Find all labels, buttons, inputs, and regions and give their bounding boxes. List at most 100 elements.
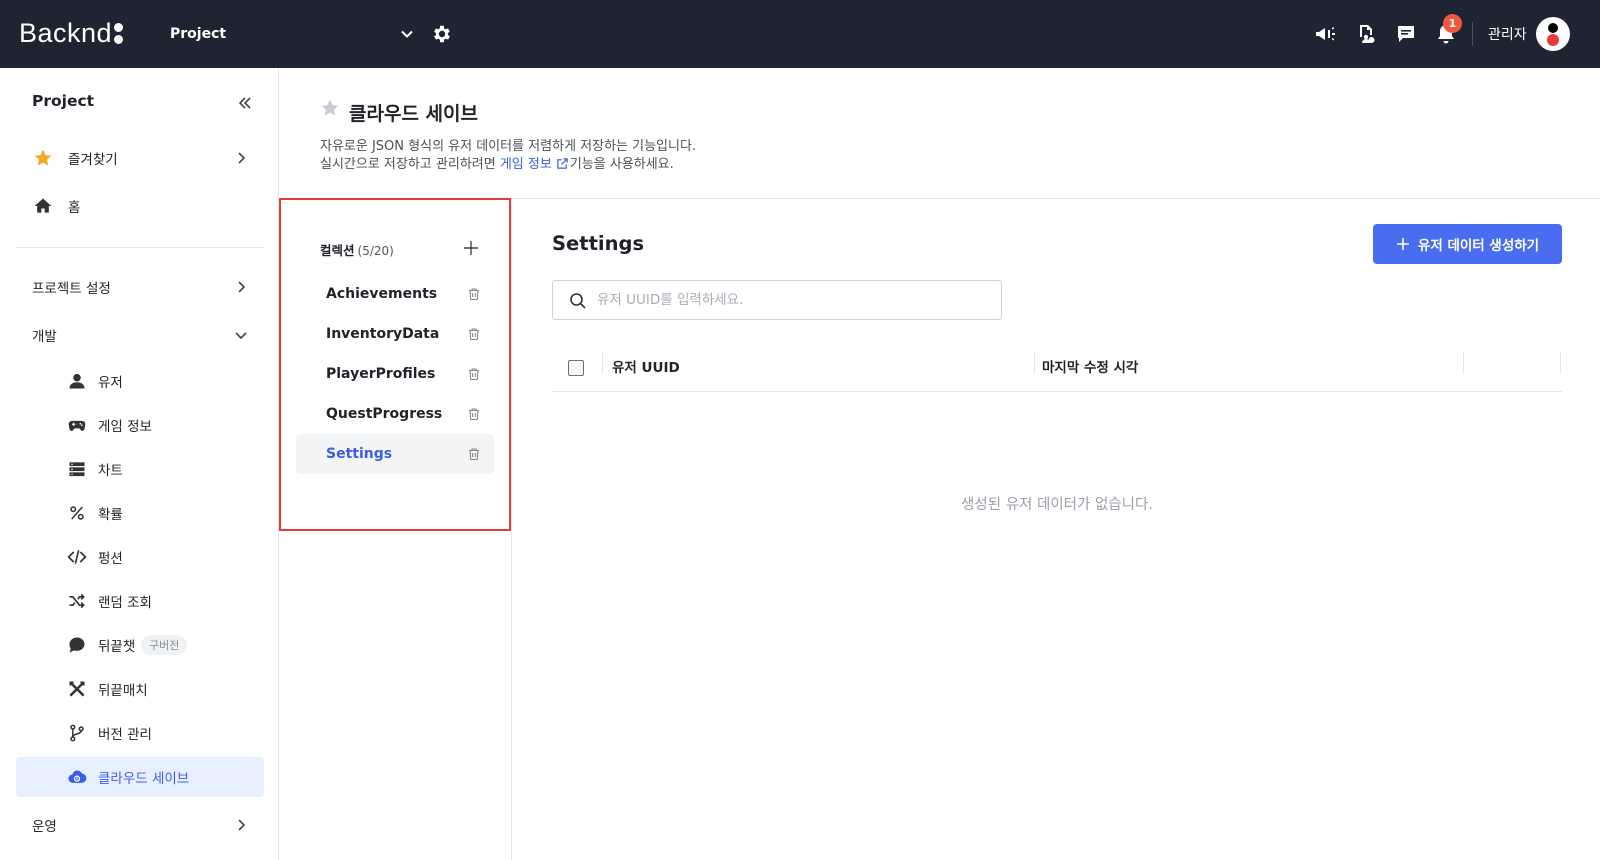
- document-user-icon[interactable]: [1354, 22, 1378, 46]
- trash-icon[interactable]: [467, 287, 481, 301]
- sidebar-item-label: 버전 관리: [98, 727, 152, 743]
- sidebar-item-label: 유저: [98, 375, 123, 391]
- chat-icon[interactable]: [1394, 22, 1418, 46]
- sidebar-item-operation[interactable]: 운영: [16, 805, 264, 845]
- page-header: 클라우드 세이브: [320, 98, 478, 125]
- collection-label: Achievements: [326, 286, 438, 302]
- avatar[interactable]: [1536, 17, 1570, 51]
- sidebar-item-label: 차트: [98, 463, 123, 479]
- search-input[interactable]: [597, 289, 987, 311]
- percent-icon: [66, 502, 88, 524]
- sidebar-item-backnd-match[interactable]: 뒤끝매치: [16, 669, 264, 709]
- chat-bubble-icon: [66, 634, 88, 656]
- column-separator: [1463, 352, 1464, 374]
- collection-label: Settings: [326, 446, 393, 462]
- sidebar-item-cloud-save[interactable]: 클라우드 세이브: [16, 757, 264, 797]
- panel-divider: [511, 199, 512, 860]
- page-description: 자유로운 JSON 형식의 유저 데이터를 저렴하게 저장하는 기능입니다. 실…: [320, 138, 696, 174]
- collection-label: InventoryData: [326, 326, 440, 342]
- sidebar-item-random-query[interactable]: 랜덤 조회: [16, 581, 264, 621]
- chevron-right-icon: [238, 819, 246, 831]
- create-user-data-button[interactable]: 유저 데이터 생성하기: [1373, 224, 1562, 264]
- select-all-checkbox[interactable]: [568, 360, 584, 376]
- sidebar-item-label: 뒤끝챗: [98, 639, 136, 655]
- shuffle-icon: [66, 590, 88, 612]
- game-info-link[interactable]: 게임 정보: [500, 157, 552, 172]
- column-separator: [1560, 352, 1561, 374]
- top-bar: Backnd Project 1 관리자: [0, 0, 1600, 68]
- sidebar-item-label: 확률: [98, 507, 123, 523]
- sidebar: Project 즐겨찾기 홈 프로젝트 설정 개발 유저 게임 정보 차트 확률…: [0, 68, 279, 860]
- plus-icon: [1396, 238, 1409, 250]
- collections-title: 컬렉션: [320, 243, 355, 258]
- cloud-save-icon: [66, 766, 88, 788]
- description-text: 실시간으로 저장하고 관리하려면: [320, 157, 500, 172]
- sidebar-item-label: 랜덤 조회: [98, 595, 152, 611]
- topbar-divider: [1472, 22, 1473, 46]
- old-version-badge: 구버전: [141, 635, 188, 655]
- add-collection-icon[interactable]: [463, 240, 479, 256]
- sidebar-item-label: 뒤끝매치: [98, 683, 148, 699]
- collection-item-inventorydata[interactable]: InventoryData: [296, 314, 494, 354]
- sidebar-item-label: 운영: [32, 819, 57, 835]
- sidebar-item-label: 클라우드 세이브: [98, 771, 190, 787]
- project-select[interactable]: Project: [170, 20, 414, 48]
- sidebar-item-users[interactable]: 유저: [16, 361, 264, 401]
- collection-item-questprogress[interactable]: QuestProgress: [296, 394, 494, 434]
- sidebar-item-version-management[interactable]: 버전 관리: [16, 713, 264, 753]
- description-line-1: 자유로운 JSON 형식의 유저 데이터를 저렴하게 저장하는 기능입니다.: [320, 139, 697, 154]
- chevron-right-icon: [238, 152, 246, 164]
- gear-icon[interactable]: [431, 23, 453, 45]
- description-text: 기능을 사용하세요.: [569, 157, 674, 172]
- chevron-down-icon: [401, 30, 413, 38]
- trash-icon[interactable]: [467, 367, 481, 381]
- table-icon: [66, 458, 88, 480]
- trash-icon[interactable]: [467, 407, 481, 421]
- sidebar-item-label: 펑션: [98, 551, 123, 567]
- collections-count: (5/20): [357, 244, 394, 258]
- empty-state-message: 생성된 유저 데이터가 없습니다.: [961, 497, 1153, 513]
- sidebar-item-label: 홈: [68, 200, 81, 216]
- sidebar-item-home[interactable]: 홈: [16, 186, 264, 226]
- sidebar-item-function[interactable]: 펑션: [16, 537, 264, 577]
- column-separator: [602, 352, 603, 374]
- sidebar-item-backnd-chat[interactable]: 뒤끝챗 구버전: [16, 625, 264, 665]
- home-icon: [32, 195, 54, 217]
- sidebar-item-label: 게임 정보: [98, 419, 152, 435]
- column-header-uuid[interactable]: 유저 UUID: [612, 356, 680, 376]
- project-select-label: Project: [170, 26, 227, 42]
- page-title: 클라우드 세이브: [349, 103, 478, 125]
- admin-label[interactable]: 관리자: [1488, 24, 1527, 44]
- trash-icon[interactable]: [467, 447, 481, 461]
- sidebar-item-chart[interactable]: 차트: [16, 449, 264, 489]
- description-line-2: 실시간으로 저장하고 관리하려면 게임 정보 기능을 사용하세요.: [320, 156, 696, 174]
- crossed-swords-icon: [66, 678, 88, 700]
- sidebar-item-game-info[interactable]: 게임 정보: [16, 405, 264, 445]
- logo-dots: [114, 23, 124, 44]
- collection-item-settings[interactable]: Settings: [296, 434, 494, 474]
- sidebar-item-favorites[interactable]: 즐겨찾기: [16, 138, 264, 178]
- collection-label: QuestProgress: [326, 406, 443, 422]
- collapse-sidebar-icon[interactable]: [236, 94, 254, 112]
- table-header: 유저 UUID 마지막 수정 시각: [552, 344, 1562, 392]
- column-header-last-modified[interactable]: 마지막 수정 시각: [1042, 356, 1138, 376]
- sidebar-item-project-settings[interactable]: 프로젝트 설정: [16, 267, 264, 307]
- chevron-right-icon: [238, 281, 246, 293]
- git-branch-icon: [66, 722, 88, 744]
- sidebar-item-development[interactable]: 개발: [16, 315, 264, 355]
- collection-item-playerprofiles[interactable]: PlayerProfiles: [296, 354, 494, 394]
- chevron-down-icon: [235, 332, 247, 340]
- external-link-icon[interactable]: [556, 157, 569, 170]
- sidebar-item-label: 개발: [32, 329, 57, 345]
- collection-item-achievements[interactable]: Achievements: [296, 274, 494, 314]
- sidebar-item-label: 프로젝트 설정: [32, 281, 111, 297]
- favorite-star-icon[interactable]: [320, 98, 340, 118]
- collections-header: 컬렉션 (5/20): [320, 240, 394, 259]
- backnd-logo[interactable]: Backnd: [19, 18, 124, 49]
- sidebar-project-title: Project: [32, 92, 95, 110]
- search-box[interactable]: [552, 280, 1002, 320]
- code-icon: [66, 546, 88, 568]
- sidebar-item-probability[interactable]: 확률: [16, 493, 264, 533]
- trash-icon[interactable]: [467, 327, 481, 341]
- megaphone-icon[interactable]: [1313, 22, 1337, 46]
